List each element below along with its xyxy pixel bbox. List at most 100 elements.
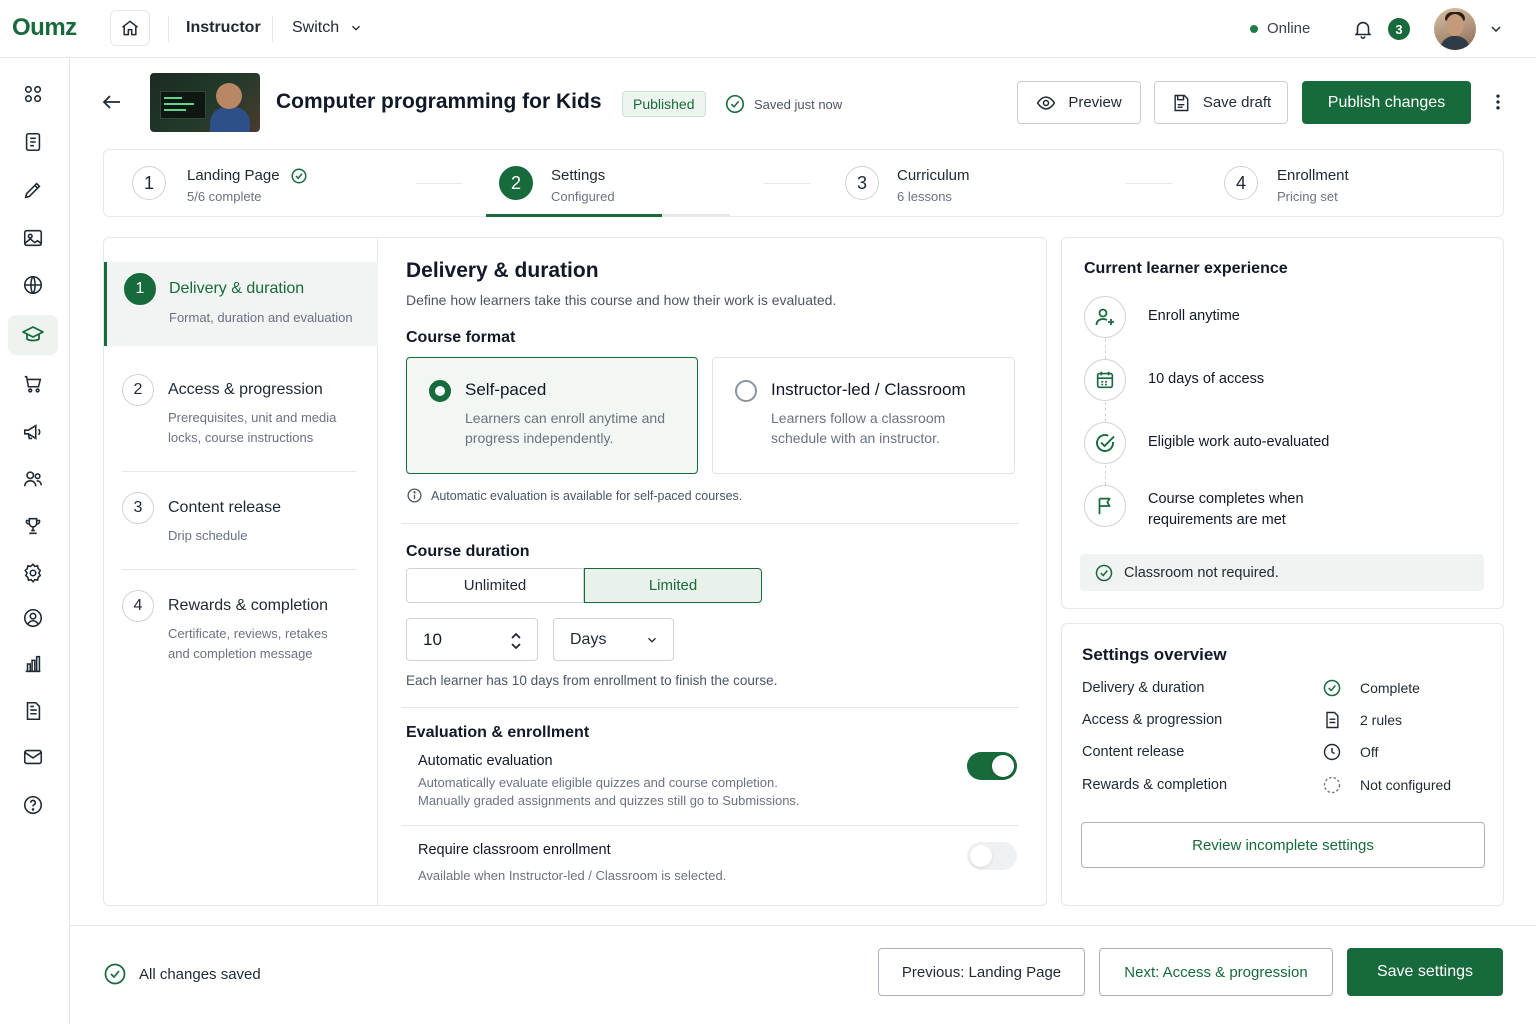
sidebar-item-help[interactable]: [8, 785, 58, 825]
bar-chart-icon: [25, 655, 41, 673]
arrow-left-icon: [102, 95, 120, 109]
sidebar-item-achievements[interactable]: [8, 506, 58, 546]
overview-status: 2 rules: [1322, 710, 1402, 730]
sidebar-item-messages[interactable]: [8, 737, 58, 777]
duration-unit-select[interactable]: Days: [553, 618, 674, 661]
experience-item: Eligible work auto-evaluated: [1148, 434, 1330, 450]
check-circle-icon: [1096, 434, 1115, 452]
step-subtitle: Configured: [551, 189, 615, 204]
home-button[interactable]: [110, 10, 150, 46]
publish-changes-button[interactable]: Publish changes: [1302, 81, 1471, 124]
section-nav: 1 Delivery & duration Format, duration a…: [104, 238, 378, 905]
settings-overview-card: Settings overview Delivery & duration Co…: [1061, 623, 1504, 906]
step-subtitle: Pricing set: [1277, 189, 1338, 204]
evaluation-heading: Evaluation & enrollment: [406, 724, 590, 741]
classroom-enrollment-description: Available when Instructor-led / Classroo…: [418, 868, 727, 883]
sidebar-item-edit[interactable]: [8, 170, 58, 210]
step-title: Curriculum: [897, 167, 970, 184]
step-number: 2: [499, 166, 533, 200]
overview-status: Not configured: [1322, 775, 1451, 795]
section-number: 2: [122, 374, 154, 406]
section-description: Certificate, reviews, retakes and comple…: [168, 626, 328, 661]
thumbnail-code-line: [164, 103, 194, 105]
auto-eval-description: Automatically evaluate eligible quizzes …: [418, 775, 778, 790]
save-draft-button[interactable]: Save draft: [1154, 81, 1288, 124]
mail-icon: [23, 749, 43, 765]
experience-item: Enroll anytime: [1148, 308, 1240, 324]
save-status: Saved just now: [724, 93, 842, 115]
completion-icon-wrap: [1084, 485, 1126, 527]
up-down-icon: [511, 632, 521, 650]
sidebar-item-documents[interactable]: [8, 691, 58, 731]
duration-limited-option[interactable]: Limited: [584, 568, 762, 603]
previous-step-button[interactable]: Previous: Landing Page: [878, 948, 1085, 996]
sidebar-item-education[interactable]: [8, 315, 58, 355]
format-option-self-paced[interactable]: Self-paced Learners can enroll anytime a…: [406, 357, 698, 474]
step-progress-fill: [486, 214, 662, 217]
back-button[interactable]: [100, 90, 124, 114]
account-menu-toggle[interactable]: [1488, 21, 1504, 40]
sidebar-item-users[interactable]: [8, 459, 58, 499]
experience-item: 10 days of access: [1148, 371, 1265, 387]
classroom-note: Classroom not required.: [1080, 554, 1484, 591]
next-step-button[interactable]: Next: Access & progression: [1099, 948, 1333, 996]
course-duration-heading: Course duration: [406, 543, 530, 560]
classroom-enrollment-toggle[interactable]: [967, 842, 1017, 870]
more-options-button[interactable]: [1488, 92, 1508, 115]
review-incomplete-button[interactable]: Review incomplete settings: [1081, 822, 1485, 868]
divider: [401, 707, 1019, 708]
sidebar-item-website[interactable]: [8, 265, 58, 305]
gear-icon: [24, 563, 42, 583]
sidebar-item-settings[interactable]: [8, 553, 58, 593]
flag-icon: [1098, 497, 1111, 515]
section-nav-item-rewards[interactable]: 4 Rewards & completion Certificate, revi…: [104, 586, 378, 676]
access-icon-wrap: [1084, 359, 1126, 401]
overview-label: Rewards & completion: [1082, 777, 1228, 793]
document-icon: [1326, 711, 1339, 729]
duration-value-stepper[interactable]: 10: [406, 618, 538, 661]
all-changes-saved-text: All changes saved: [139, 965, 261, 983]
home-icon: [122, 20, 138, 36]
sidebar-item-marketing[interactable]: [8, 412, 58, 452]
sidebar-item-dashboard[interactable]: [8, 74, 58, 114]
calendar-icon: [1096, 371, 1114, 389]
duration-value: 10: [423, 629, 442, 649]
save-settings-button[interactable]: Save settings: [1347, 948, 1503, 996]
step-subtitle: 6 lessons: [897, 189, 952, 204]
duration-unlimited-option[interactable]: Unlimited: [406, 568, 584, 603]
overview-label: Delivery & duration: [1082, 680, 1205, 696]
auto-eval-toggle[interactable]: [967, 752, 1017, 780]
divider: [401, 825, 1019, 826]
clock-icon: [1323, 743, 1341, 761]
sidebar-item-media[interactable]: [8, 218, 58, 258]
switch-label: Switch: [292, 19, 340, 36]
graduation-cap-icon: [22, 326, 44, 342]
switch-dropdown[interactable]: Switch: [292, 19, 363, 37]
timeline-connector: [1105, 402, 1106, 422]
top-bar: Oumz Instructor Switch Online 3: [0, 0, 1536, 58]
format-option-instructor-led[interactable]: Instructor-led / Classroom Learners foll…: [712, 357, 1015, 474]
sidebar-item-analytics[interactable]: [8, 644, 58, 684]
sidebar-item-profile[interactable]: [8, 598, 58, 638]
status-badge: Published: [622, 91, 706, 117]
online-status[interactable]: Online: [1250, 20, 1310, 37]
divider: [401, 523, 1019, 524]
section-number: 3: [122, 492, 154, 524]
sidebar-item-store[interactable]: [8, 364, 58, 404]
divider: [168, 16, 169, 42]
sidebar: [0, 58, 70, 1024]
user-avatar[interactable]: [1434, 8, 1476, 50]
section-nav-item-access[interactable]: 2 Access & progression Prerequisites, un…: [104, 368, 378, 468]
section-nav-item-content-release[interactable]: 3 Content release Drip schedule: [104, 488, 378, 554]
notifications-button[interactable]: [1352, 18, 1374, 43]
auto-eval-title: Automatic evaluation: [418, 753, 553, 769]
check-circle-icon: [1095, 564, 1113, 581]
preview-button[interactable]: Preview: [1017, 81, 1141, 124]
enroll-icon-wrap: [1084, 296, 1126, 338]
sidebar-item-courses[interactable]: [8, 122, 58, 162]
book-icon: [25, 132, 41, 152]
app-logo[interactable]: Oumz: [12, 14, 77, 42]
section-title: Rewards & completion: [168, 597, 329, 614]
section-nav-item-delivery[interactable]: 1 Delivery & duration Format, duration a…: [104, 262, 378, 346]
auto-eval-description: Manually graded assignments and quizzes …: [418, 793, 800, 808]
